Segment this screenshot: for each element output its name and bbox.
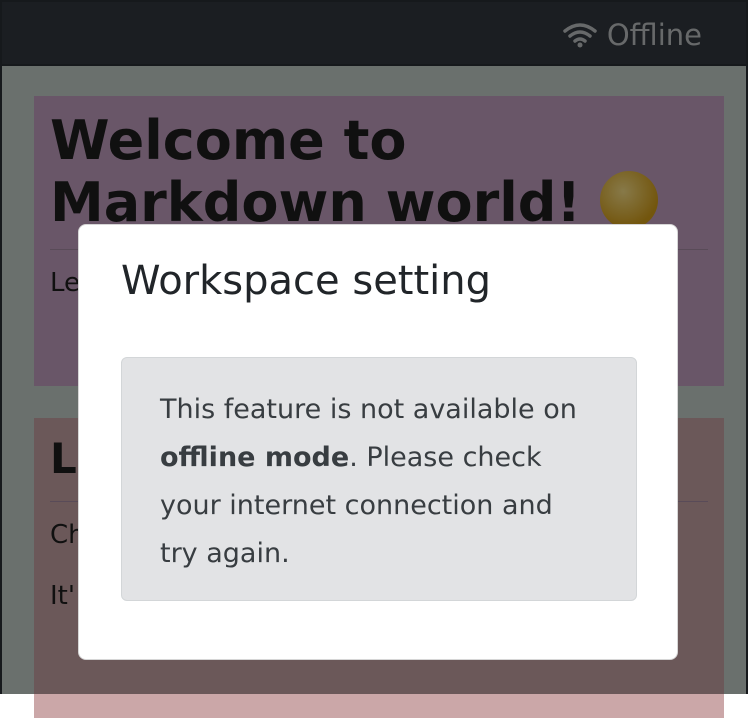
offline-alert: This feature is not available on offline… <box>121 357 637 601</box>
modal-title: Workspace setting <box>121 258 492 304</box>
alert-message: This feature is not available on offline… <box>160 394 577 569</box>
workspace-setting-modal: Workspace setting This feature is not av… <box>78 224 678 660</box>
offline-mode-emphasis: offline mode <box>160 442 350 473</box>
